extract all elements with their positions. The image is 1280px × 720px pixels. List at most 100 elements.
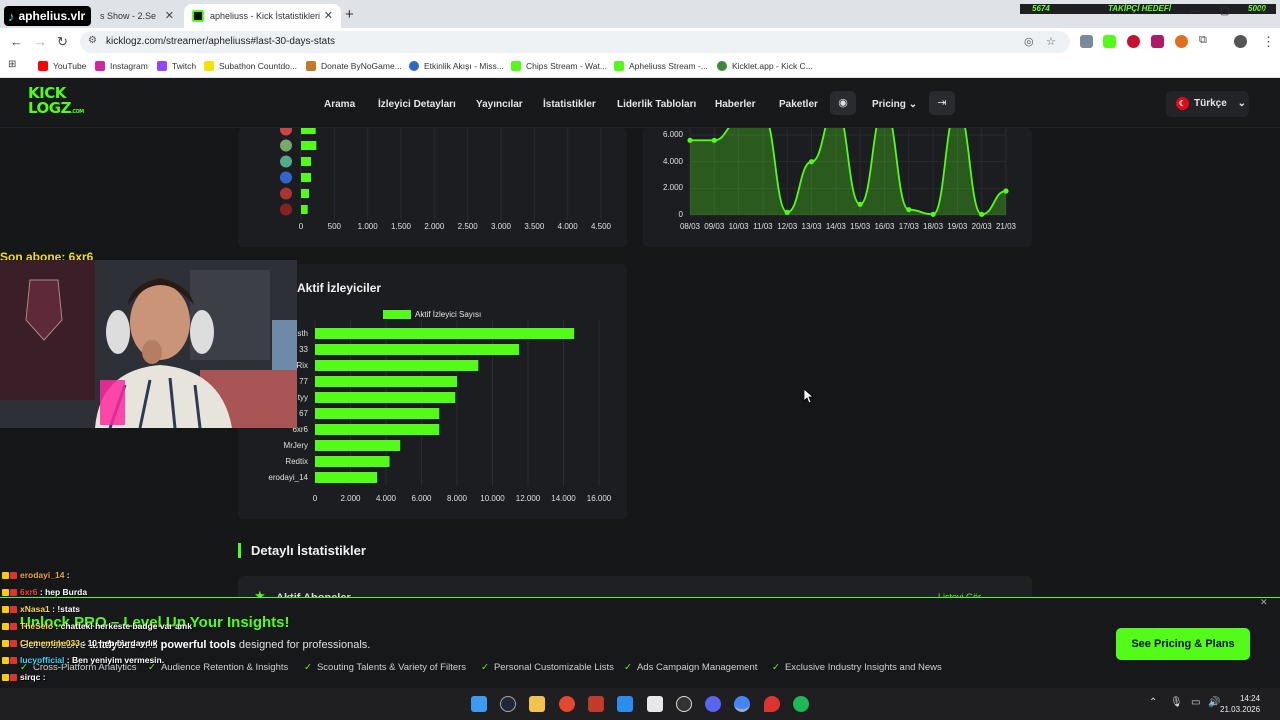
obs-icon[interactable] bbox=[676, 696, 692, 712]
app-icon[interactable] bbox=[617, 696, 633, 712]
youtube-icon bbox=[38, 61, 48, 71]
nav-link-haberler[interactable]: Haberler bbox=[715, 99, 756, 110]
bookmark-kicklet[interactable]: Kicklet.app - Kick C... bbox=[717, 61, 813, 71]
browser-tab-active[interactable]: apheliuss - Kick İstatistikleri ✕ bbox=[184, 4, 341, 28]
chrome-icon[interactable] bbox=[559, 696, 575, 712]
bar bbox=[315, 472, 378, 483]
instagram-icon bbox=[95, 61, 105, 71]
nav-link-yayincilar[interactable]: Yayıncılar bbox=[476, 99, 523, 110]
minimize-icon[interactable]: — bbox=[1190, 6, 1200, 17]
x-tick-label: 4.000 bbox=[375, 494, 397, 503]
bar bbox=[315, 456, 390, 467]
bar bbox=[301, 157, 311, 166]
chat-text: 10 hep burdaydık bbox=[87, 638, 158, 648]
tab-title: apheliuss - Kick İstatistikleri bbox=[210, 11, 321, 21]
reload-icon[interactable]: ↻ bbox=[57, 34, 68, 50]
volume-icon[interactable]: 🔊 bbox=[1208, 697, 1220, 708]
nav-link-arama[interactable]: Arama bbox=[324, 99, 355, 110]
bookmark-chips[interactable]: Chips Stream - Wat... bbox=[511, 61, 607, 71]
x-tick-label: 10.000 bbox=[480, 494, 505, 503]
url-input[interactable]: ⚙ kicklogz.com/streamer/apheliuss#last-3… bbox=[80, 31, 1070, 53]
detailed-stats-heading: Detaylı İstatistikler bbox=[238, 543, 366, 558]
chat-message: erodayi_14 : bbox=[2, 570, 70, 580]
discord-taskbar-icon[interactable] bbox=[705, 696, 721, 712]
bookmark-youtube[interactable]: YouTube bbox=[38, 61, 86, 71]
chat-message: TheSelo : chatteki herkeste badge var am… bbox=[2, 621, 192, 631]
close-icon[interactable]: ✕ bbox=[1260, 597, 1268, 608]
discord-icon[interactable]: ◉ bbox=[830, 91, 856, 115]
nav-pricing-dropdown[interactable]: Pricing ⌄ bbox=[872, 99, 917, 110]
eye-off-icon[interactable]: ◎ bbox=[1024, 35, 1034, 48]
system-clock[interactable]: 14:24 21.03.2026 bbox=[1220, 693, 1260, 715]
chat-username: 6xr6 bbox=[20, 587, 38, 597]
x-tick-label: 500 bbox=[327, 222, 341, 231]
language-selector[interactable]: ☾ Türkçe ⌄ bbox=[1166, 91, 1249, 117]
category-label: erodayi_14 bbox=[268, 473, 308, 482]
bookmark-subathon[interactable]: Subathon Countdo... bbox=[204, 61, 297, 71]
red-extension-icon[interactable] bbox=[1127, 35, 1140, 48]
close-window-icon[interactable]: ✕ bbox=[1258, 6, 1266, 17]
promo-feature: ✓ Audience Retention & Insights bbox=[148, 662, 289, 673]
bar bbox=[315, 392, 456, 403]
bar bbox=[301, 205, 308, 214]
bar bbox=[301, 141, 317, 150]
display-icon[interactable]: ▭ bbox=[1191, 697, 1200, 708]
bookmark-star-icon[interactable]: ☆ bbox=[1046, 35, 1056, 48]
data-point bbox=[979, 211, 985, 217]
close-icon[interactable]: ✕ bbox=[324, 9, 333, 22]
category-label: MrJery bbox=[283, 441, 308, 450]
see-pricing-button[interactable]: See Pricing & Plans bbox=[1116, 628, 1250, 660]
nav-link-istatistikler[interactable]: İstatistikler bbox=[543, 99, 596, 110]
bookmark-apheliuss[interactable]: Apheliuss Stream -... bbox=[614, 61, 708, 71]
nav-link-paketler[interactable]: Paketler bbox=[779, 99, 818, 110]
tray-chevron-up-icon[interactable]: ⌃ bbox=[1149, 697, 1157, 708]
kick-extension-icon[interactable] bbox=[1103, 35, 1116, 48]
spotify-icon[interactable] bbox=[793, 696, 809, 712]
file-explorer-icon[interactable] bbox=[529, 696, 545, 712]
chart-legend[interactable]: Aktif İzleyici Sayısı bbox=[383, 310, 481, 319]
bookmark-twitch[interactable]: Twitch bbox=[157, 61, 196, 71]
shield-extension-icon[interactable] bbox=[1080, 35, 1093, 48]
profile-avatar[interactable] bbox=[1234, 35, 1247, 48]
orange-extension-icon[interactable] bbox=[1175, 35, 1188, 48]
document-icon[interactable] bbox=[647, 696, 663, 712]
site-info-icon[interactable]: ⚙ bbox=[88, 35, 97, 46]
forward-arrow-icon[interactable]: → bbox=[34, 34, 47, 49]
back-arrow-icon[interactable]: ← bbox=[10, 34, 23, 49]
new-tab-plus-icon[interactable]: + bbox=[345, 6, 354, 23]
badge-icon bbox=[2, 572, 9, 580]
microphone-icon[interactable]: 🎙 bbox=[1170, 697, 1183, 708]
bar bbox=[315, 424, 440, 435]
riot-icon[interactable] bbox=[764, 696, 780, 712]
emote-avatar bbox=[280, 203, 292, 216]
x-tick-label: 2.000 bbox=[424, 222, 445, 231]
maximize-icon[interactable]: ▢ bbox=[1220, 6, 1229, 17]
pink-extension-icon[interactable] bbox=[1151, 35, 1164, 48]
menu-dots-icon[interactable]: ⋮ bbox=[1262, 34, 1275, 50]
bookmark-donate[interactable]: Donate ByNoGame... bbox=[306, 61, 402, 71]
chrome-active-icon[interactable] bbox=[734, 696, 750, 712]
x-tick-label: 8.000 bbox=[446, 494, 468, 503]
y-tick-label: 2.000 bbox=[662, 183, 683, 193]
streamer-app-icon[interactable] bbox=[588, 696, 604, 712]
bookmark-instagram[interactable]: Instagram bbox=[95, 61, 148, 71]
extensions-puzzle-icon[interactable]: ⧉ bbox=[1199, 34, 1207, 47]
promo-feature: ✓ Personal Customizable Lists bbox=[481, 662, 614, 673]
nav-link-izleyici-detaylari[interactable]: İzleyici Detayları bbox=[378, 99, 456, 110]
promo-feature: ✓ Scouting Talents & Variety of Filters bbox=[304, 662, 467, 673]
apps-grid-icon[interactable]: ⊞ bbox=[8, 59, 16, 70]
browser-tab-show[interactable]: s Show - 2.Se ✕ bbox=[92, 4, 182, 28]
kick-icon bbox=[614, 61, 624, 71]
active-subscribers-panel[interactable]: ★ Aktif Aboneler Listeyi Gör bbox=[238, 576, 1032, 604]
login-icon[interactable]: ⇥ bbox=[929, 91, 955, 115]
kicklogz-logo[interactable]: KICK LOGZ.COM bbox=[28, 86, 90, 118]
promo-feature: ✓ Exclusive Industry Insights and News bbox=[772, 662, 942, 673]
close-icon[interactable]: ✕ bbox=[165, 9, 174, 22]
badge-icon bbox=[2, 623, 9, 631]
windows-start-icon[interactable] bbox=[471, 696, 487, 712]
chat-message: lucyofficial : Ben yeniyim vermesin. bbox=[2, 655, 164, 665]
nav-link-liderlik-tablolari[interactable]: Liderlik Tabloları bbox=[617, 99, 696, 110]
bar bbox=[301, 173, 311, 182]
bookmark-etkinlik[interactable]: Etkinlik Akışı - Miss... bbox=[409, 61, 504, 71]
steam-icon[interactable] bbox=[500, 696, 516, 712]
